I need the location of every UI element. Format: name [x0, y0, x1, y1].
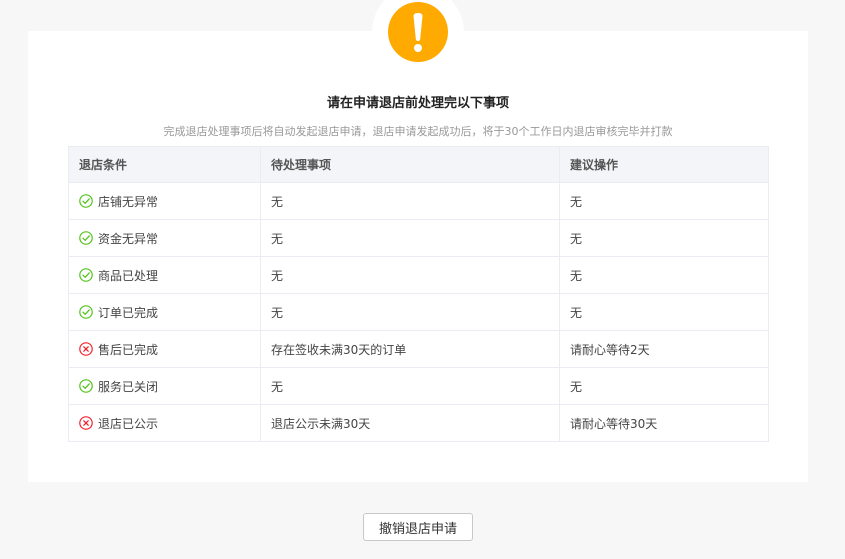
suggested-action-cell: 无 — [559, 182, 769, 220]
condition-cell: 商品已处理 — [68, 256, 261, 294]
suggested-action-cell: 无 — [559, 293, 769, 331]
suggested-action-cell: 请耐心等待2天 — [559, 330, 769, 368]
pending-item-cell: 无 — [260, 256, 560, 294]
table-row: 商品已处理 无无 — [68, 256, 769, 294]
suggested-action-cell: 无 — [559, 256, 769, 294]
condition-cell: 退店已公示 — [68, 404, 261, 442]
table-row: 店铺无异常 无无 — [68, 182, 769, 220]
pending-item-cell: 无 — [260, 367, 560, 405]
pending-item-cell: 退店公示未满30天 — [260, 404, 560, 442]
condition-label: 服务已关闭 — [98, 379, 159, 394]
table-header-row: 退店条件 待处理事项 建议操作 — [68, 146, 769, 183]
condition-label: 店铺无异常 — [98, 194, 159, 209]
page-title: 请在申请退店前处理完以下事项 — [326, 96, 509, 111]
condition-label: 商品已处理 — [98, 268, 159, 283]
check-circle-icon — [79, 231, 93, 245]
table-row: 资金无异常 无无 — [68, 219, 769, 257]
pending-item-cell: 存在签收未满30天的订单 — [260, 330, 560, 368]
pending-item-cell: 无 — [260, 293, 560, 331]
cancel-exit-application-button[interactable]: 撤销退店申请 — [363, 513, 473, 541]
check-circle-icon — [79, 268, 93, 282]
condition-cell: 订单已完成 — [68, 293, 261, 331]
pending-item-cell: 无 — [260, 182, 560, 220]
column-header-condition: 退店条件 — [68, 146, 261, 183]
suggested-action-cell: 无 — [559, 219, 769, 257]
check-circle-icon — [79, 379, 93, 393]
suggested-action-cell: 无 — [559, 367, 769, 405]
table-row: 退店已公示 退店公示未满30天 请耐心等待30天 — [68, 404, 769, 442]
condition-label: 资金无异常 — [98, 231, 159, 246]
table-row: 售后已完成 存在签收未满30天的订单 请耐心等待2天 — [68, 330, 769, 368]
page-subtitle: 完成退店处理事项后将自动发起退店申请，退店申请发起成功后，将于30个工作日内退店… — [163, 125, 673, 138]
check-circle-icon — [79, 194, 93, 208]
exclamation-icon — [388, 2, 448, 62]
suggested-action-cell: 请耐心等待30天 — [559, 404, 769, 442]
pending-item-cell: 无 — [260, 219, 560, 257]
cross-circle-icon — [79, 342, 93, 356]
condition-cell: 资金无异常 — [68, 219, 261, 257]
condition-label: 售后已完成 — [98, 342, 159, 357]
condition-cell: 售后已完成 — [68, 330, 261, 368]
column-header-action: 建议操作 — [559, 146, 769, 183]
condition-label: 退店已公示 — [98, 416, 159, 431]
column-header-pending: 待处理事项 — [260, 146, 560, 183]
exit-conditions-table: 退店条件 待处理事项 建议操作 店铺无异常无无资金无异常无无商品已处理无无订单已… — [68, 146, 769, 442]
condition-cell: 店铺无异常 — [68, 182, 261, 220]
cross-circle-icon — [79, 416, 93, 430]
condition-label: 订单已完成 — [98, 305, 159, 320]
table-row: 服务已关闭 无无 — [68, 367, 769, 405]
condition-cell: 服务已关闭 — [68, 367, 261, 405]
table-row: 订单已完成 无无 — [68, 293, 769, 331]
check-circle-icon — [79, 305, 93, 319]
